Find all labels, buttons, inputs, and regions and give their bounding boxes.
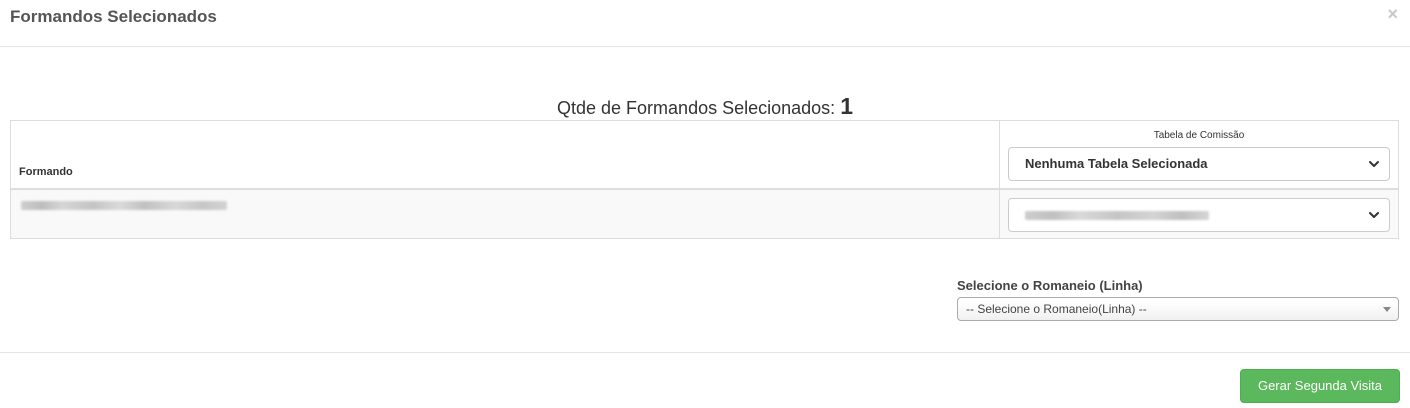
column-header-formando: Formando (10, 120, 1000, 190)
redacted-tabela-value (1025, 210, 1209, 220)
caret-down-icon (1383, 307, 1391, 312)
selected-count-value: 1 (840, 93, 853, 119)
column-header-tabela-comissao: Tabela de Comissão Nenhuma Tabela Seleci… (999, 120, 1399, 190)
modal-dialog: Formandos Selecionados × Qtde de Formand… (0, 0, 1410, 408)
table-cell-formando (10, 188, 1000, 239)
romaneio-label: Selecione o Romaneio (Linha) (957, 278, 1143, 293)
romaneio-select-placeholder: -- Selecione o Romaneio(Linha) -- (966, 302, 1147, 316)
table-header-row: Formando Tabela de Comissão Nenhuma Tabe… (10, 120, 1399, 190)
selected-count-line: Qtde de Formandos Selecionados: 1 (0, 93, 1410, 121)
selected-count-label: Qtde de Formandos Selecionados: (557, 98, 836, 118)
table-row (10, 188, 1399, 239)
tabela-comissao-all-value: Nenhuma Tabela Selecionada (1025, 156, 1208, 171)
column-header-tabela-label: Tabela de Comissão (1153, 130, 1245, 141)
chevron-down-icon (1369, 211, 1379, 218)
column-header-formando-label: Formando (19, 165, 73, 178)
formandos-table: Formando Tabela de Comissão Nenhuma Tabe… (10, 120, 1399, 239)
close-icon[interactable]: × (1387, 4, 1398, 24)
modal-footer: Gerar Segunda Visita (0, 352, 1410, 408)
redacted-formando-name (21, 200, 227, 210)
modal-header: Formandos Selecionados × (0, 0, 1410, 47)
chevron-down-icon (1369, 161, 1379, 167)
tabela-comissao-all-select[interactable]: Nenhuma Tabela Selecionada (1008, 147, 1390, 181)
row-tabela-comissao-select[interactable] (1008, 197, 1390, 232)
romaneio-select[interactable]: -- Selecione o Romaneio(Linha) -- (957, 297, 1399, 321)
table-cell-tabela (999, 188, 1399, 239)
modal-title: Formandos Selecionados (10, 7, 217, 26)
gerar-segunda-visita-button[interactable]: Gerar Segunda Visita (1240, 369, 1400, 403)
